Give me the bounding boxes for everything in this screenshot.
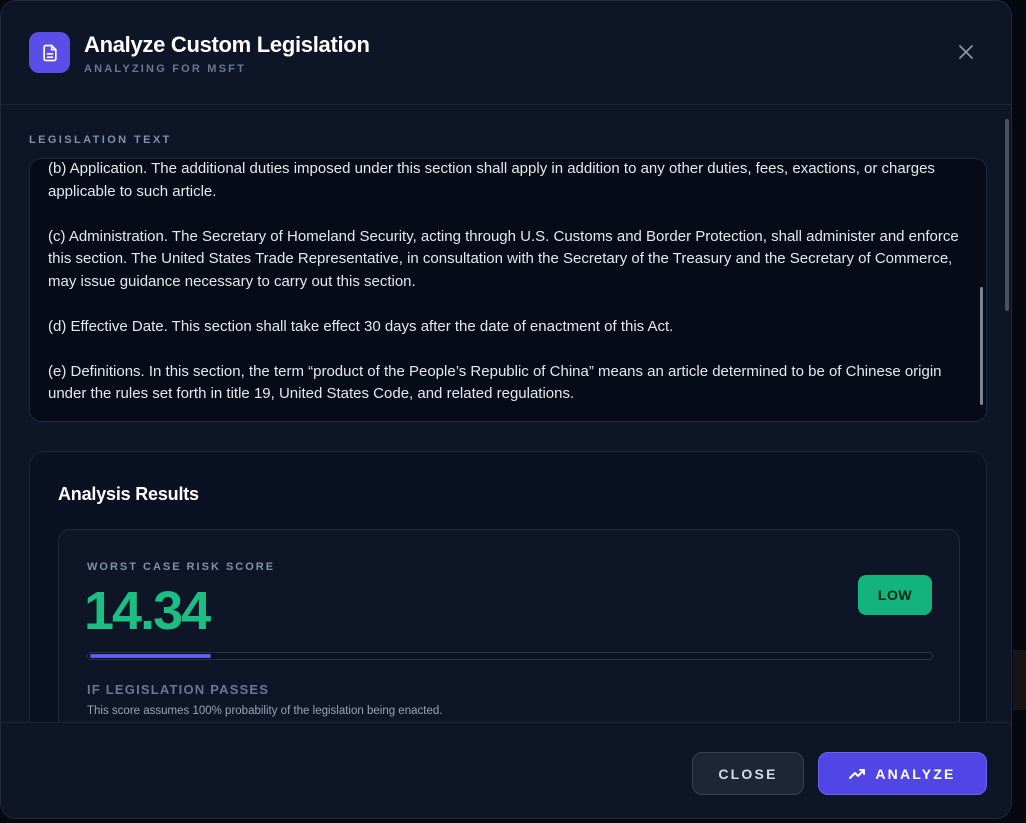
results-title: Analysis Results bbox=[58, 484, 199, 504]
document-icon bbox=[29, 32, 70, 73]
risk-score-label: WORST CASE RISK SCORE bbox=[87, 561, 276, 573]
textarea-scrollbar[interactable] bbox=[980, 287, 983, 405]
close-button-label: CLOSE bbox=[718, 765, 778, 782]
passes-note: This score assumes 100% probability of t… bbox=[87, 705, 443, 717]
risk-progress-fill bbox=[90, 654, 212, 658]
legislation-paragraph: (d) Effective Date. This section shall t… bbox=[48, 317, 674, 335]
modal-scrollbar[interactable] bbox=[1005, 119, 1009, 311]
analyze-button[interactable]: ANALYZE bbox=[818, 752, 987, 795]
background-edge bbox=[1013, 650, 1026, 710]
modal-footer: CLOSE ANALYZE bbox=[1, 722, 1011, 818]
modal-title: Analyze Custom Legislation bbox=[84, 32, 370, 57]
analyze-button-label: ANALYZE bbox=[875, 765, 956, 782]
legislation-label: LEGISLATION TEXT bbox=[29, 134, 172, 146]
modal-header: Analyze Custom Legislation ANALYZING FOR… bbox=[1, 1, 1011, 105]
analyze-legislation-modal: Analyze Custom Legislation ANALYZING FOR… bbox=[0, 0, 1012, 819]
risk-level-badge: LOW bbox=[858, 575, 932, 615]
legislation-paragraph: (c) Administration. The Secretary of Hom… bbox=[48, 227, 959, 290]
risk-score-value: 14.34 bbox=[84, 581, 211, 641]
legislation-textarea[interactable]: (b) Application. The additional duties i… bbox=[29, 158, 987, 422]
modal-subtitle: ANALYZING FOR MSFT bbox=[84, 63, 247, 75]
legislation-paragraph: (b) Application. The additional duties i… bbox=[48, 160, 935, 200]
risk-progress-bar bbox=[87, 652, 933, 660]
legislation-text: (b) Application. The additional duties i… bbox=[48, 159, 960, 421]
close-button[interactable]: CLOSE bbox=[692, 752, 804, 795]
trending-up-icon bbox=[849, 768, 866, 780]
close-icon[interactable] bbox=[956, 42, 976, 62]
legislation-paragraph: (e) Definitions. In this section, the te… bbox=[48, 362, 942, 403]
passes-label: IF LEGISLATION PASSES bbox=[87, 682, 270, 697]
